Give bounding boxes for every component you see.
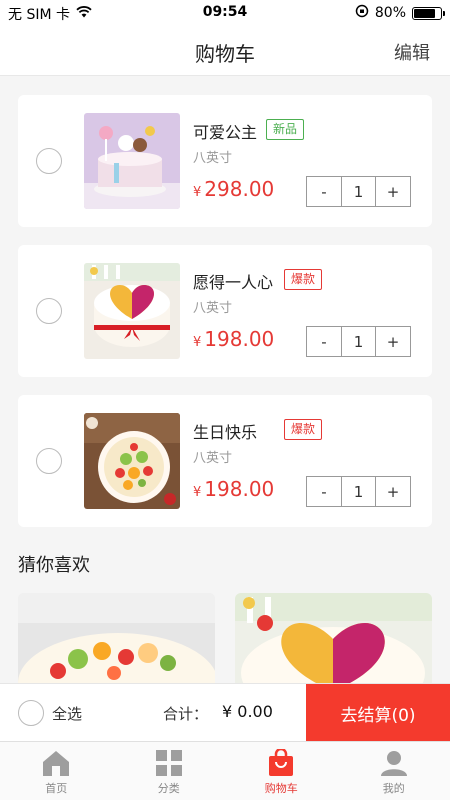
tab-home[interactable]: 首页: [0, 742, 113, 800]
home-icon: [43, 751, 70, 776]
checkout-button[interactable]: 去结算(0): [306, 684, 450, 742]
grid-icon: [155, 750, 182, 776]
recommend-item[interactable]: [18, 593, 215, 693]
item-spec: 八英寸: [193, 151, 233, 166]
currency-symbol: ¥: [193, 185, 202, 200]
item-price: ¥298.00: [193, 177, 274, 201]
tab-label: 首页: [45, 782, 68, 795]
increase-button[interactable]: +: [376, 327, 410, 356]
quantity-stepper: - 1 +: [306, 176, 411, 207]
quantity-stepper: - 1 +: [306, 326, 411, 357]
status-bar: 无 SIM 卡 09:54 80%: [0, 0, 450, 26]
cake-image-birthday[interactable]: [84, 413, 180, 509]
shopping-bag-icon: [269, 749, 294, 776]
increase-button[interactable]: +: [376, 477, 410, 506]
item-checkbox[interactable]: [36, 298, 62, 324]
edit-button[interactable]: 编辑: [394, 39, 430, 65]
page-title: 购物车: [195, 42, 255, 66]
recommend-item[interactable]: [235, 593, 432, 693]
total-label: 合计：: [163, 705, 209, 723]
quantity-value[interactable]: 1: [341, 177, 376, 206]
item-name: 生日快乐: [193, 423, 258, 442]
tab-mine[interactable]: 我的: [338, 742, 450, 800]
total-value: ¥ 0.00: [222, 702, 273, 721]
select-all-checkbox[interactable]: [18, 700, 44, 726]
price-value: 198.00: [204, 327, 275, 351]
cake-image-princess[interactable]: [84, 113, 180, 209]
cake-image-heart[interactable]: [84, 263, 180, 359]
item-name: 可爱公主: [193, 123, 258, 142]
cart-item: 可爱公主 新品 八英寸 ¥298.00 - 1 +: [18, 95, 432, 227]
tab-label: 分类: [157, 782, 180, 795]
tab-cart[interactable]: 购物车: [225, 742, 338, 800]
select-all-label[interactable]: 全选: [52, 703, 82, 724]
item-spec: 八英寸: [193, 451, 233, 466]
currency-symbol: ¥: [193, 485, 202, 500]
battery-icon: [412, 6, 445, 20]
decrease-button[interactable]: -: [307, 177, 341, 206]
price-value: 198.00: [204, 477, 275, 501]
tab-label: 我的: [382, 782, 405, 795]
currency-symbol: ¥: [193, 335, 202, 350]
cart-item: 愿得一人心 爆款 八英寸 ¥198.00 - 1 +: [18, 245, 432, 377]
rotation-lock-icon: [355, 4, 369, 22]
quantity-value[interactable]: 1: [341, 327, 376, 356]
decrease-button[interactable]: -: [307, 477, 341, 506]
item-name: 愿得一人心: [193, 273, 274, 292]
tab-bar: 首页 分类 购物车 我的: [0, 741, 450, 800]
item-spec: 八英寸: [193, 301, 233, 316]
item-price: ¥198.00: [193, 477, 274, 501]
item-price: ¥198.00: [193, 327, 274, 351]
cart-item: 生日快乐 爆款 八英寸 ¥198.00 - 1 +: [18, 395, 432, 527]
nav-bar: 购物车 编辑: [0, 26, 450, 76]
user-icon: [380, 751, 407, 776]
item-tag: 爆款: [284, 419, 323, 440]
checkout-bar: 全选 合计： ¥ 0.00 去结算(0): [0, 683, 450, 742]
recommend-title: 猜你喜欢: [18, 555, 90, 576]
item-checkbox[interactable]: [36, 448, 62, 474]
tab-label: 购物车: [264, 782, 298, 795]
decrease-button[interactable]: -: [307, 327, 341, 356]
item-checkbox[interactable]: [36, 148, 62, 174]
increase-button[interactable]: +: [376, 177, 410, 206]
item-tag: 爆款: [284, 269, 323, 290]
quantity-stepper: - 1 +: [306, 476, 411, 507]
price-value: 298.00: [204, 177, 275, 201]
battery-percent: 80%: [374, 5, 406, 21]
tab-category[interactable]: 分类: [113, 742, 226, 800]
quantity-value[interactable]: 1: [341, 477, 376, 506]
item-tag: 新品: [266, 119, 305, 140]
